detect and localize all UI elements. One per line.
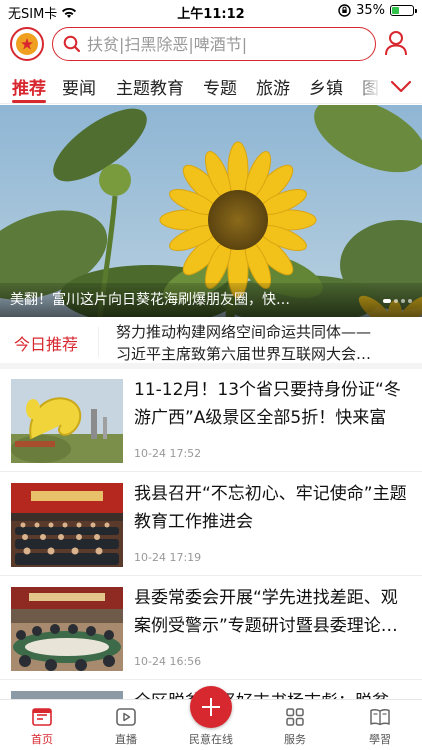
tab-recommend[interactable]: 推荐 bbox=[12, 74, 46, 99]
news-item[interactable]: 县委常委会开展“学先进找差距、观案例受警示”专题研讨暨县委理论… 10-24 1… bbox=[0, 576, 422, 680]
today-recommend[interactable]: 今日推荐 努力推动构建网络空间命运共同体—— 习近平主席致第六届世界互联网大会… bbox=[0, 317, 422, 369]
battery-icon bbox=[390, 5, 417, 16]
news-thumbnail bbox=[11, 379, 123, 463]
banner-caption: 美翻！富川这片向日葵花海刷爆朋友圈，快… bbox=[0, 283, 422, 317]
banner-title: 美翻！富川这片向日葵花海刷爆朋友圈，快… bbox=[10, 292, 290, 308]
today-line-2: 习近平主席致第六届世界互联网大会… bbox=[116, 345, 372, 363]
status-right: 35% bbox=[338, 3, 417, 18]
news-item[interactable]: 我县召开“不忘初心、牢记使命”主题教育工作推进会 10-24 17:19 bbox=[0, 472, 422, 576]
today-headline[interactable]: 努力推动构建网络空间命运共同体—— 习近平主席致第六届世界互联网大会… bbox=[116, 321, 412, 365]
tabs-fade bbox=[352, 68, 382, 102]
news-time: 10-24 17:19 bbox=[134, 551, 202, 564]
news-thumbnail bbox=[11, 587, 123, 671]
chevron-down-icon[interactable] bbox=[388, 74, 414, 98]
today-divider bbox=[98, 327, 99, 357]
tab-special[interactable]: 专题 bbox=[203, 74, 237, 99]
nav-services[interactable]: 服务 bbox=[253, 700, 337, 750]
today-label: 今日推荐 bbox=[14, 335, 79, 354]
status-bar: 无SIM卡 上午11:12 35% bbox=[0, 0, 422, 22]
search-input[interactable] bbox=[87, 34, 367, 54]
search-box[interactable] bbox=[52, 27, 376, 61]
plus-icon[interactable] bbox=[190, 686, 232, 728]
nav-home-label: 首页 bbox=[31, 733, 53, 746]
nav-live-label: 直播 bbox=[115, 733, 137, 746]
nav-public-opinion-label: 民意在线 bbox=[189, 733, 233, 746]
tab-towns[interactable]: 乡镇 bbox=[309, 74, 343, 99]
home-icon bbox=[32, 708, 52, 726]
book-icon bbox=[370, 709, 390, 726]
carousel-dot bbox=[408, 299, 412, 303]
nav-home[interactable]: 首页 bbox=[0, 700, 84, 750]
logo-emblem bbox=[16, 33, 38, 55]
carousel-dots bbox=[383, 299, 412, 303]
active-tab-indicator bbox=[12, 100, 46, 103]
carousel-dot bbox=[401, 299, 405, 303]
today-line-1: 努力推动构建网络空间命运共同体—— bbox=[116, 323, 372, 341]
grid-icon bbox=[286, 708, 304, 726]
tab-headlines[interactable]: 要闻 bbox=[62, 74, 96, 99]
tab-theme-education[interactable]: 主题教育 bbox=[116, 74, 184, 99]
header bbox=[0, 25, 422, 63]
carousel-dot-active bbox=[383, 299, 391, 303]
news-title: 11-12月！13个省只要持身份证“冬游广西”A级景区全部5折！快来富川… bbox=[134, 380, 401, 428]
battery-percent: 35% bbox=[356, 3, 385, 18]
nav-live[interactable]: 直播 bbox=[84, 700, 168, 750]
news-thumbnail bbox=[11, 483, 123, 567]
rotation-lock-icon bbox=[338, 4, 351, 17]
app-logo bbox=[10, 27, 44, 61]
tab-tourism[interactable]: 旅游 bbox=[256, 74, 290, 99]
user-icon[interactable] bbox=[384, 30, 408, 56]
nav-services-label: 服务 bbox=[284, 733, 306, 746]
news-title: 我县召开“不忘初心、牢记使命”主题教育工作推进会 bbox=[134, 484, 407, 532]
news-time: 10-24 16:56 bbox=[134, 655, 202, 668]
nav-study-label: 學習 bbox=[369, 733, 391, 746]
news-item[interactable]: 11-12月！13个省只要持身份证“冬游广西”A级景区全部5折！快来富川… 10… bbox=[0, 368, 422, 472]
search-icon bbox=[63, 35, 81, 53]
live-icon bbox=[116, 708, 136, 726]
category-tabs: 推荐 要闻 主题教育 专题 旅游 乡镇 图 bbox=[0, 68, 422, 104]
banner-carousel[interactable]: 美翻！富川这片向日葵花海刷爆朋友圈，快… bbox=[0, 105, 422, 317]
news-time: 10-24 17:52 bbox=[134, 447, 202, 460]
news-title: 县委常委会开展“学先进找差距、观案例受警示”专题研讨暨县委理论… bbox=[134, 588, 398, 636]
carousel-dot bbox=[394, 299, 398, 303]
nav-study[interactable]: 學習 bbox=[338, 700, 422, 750]
